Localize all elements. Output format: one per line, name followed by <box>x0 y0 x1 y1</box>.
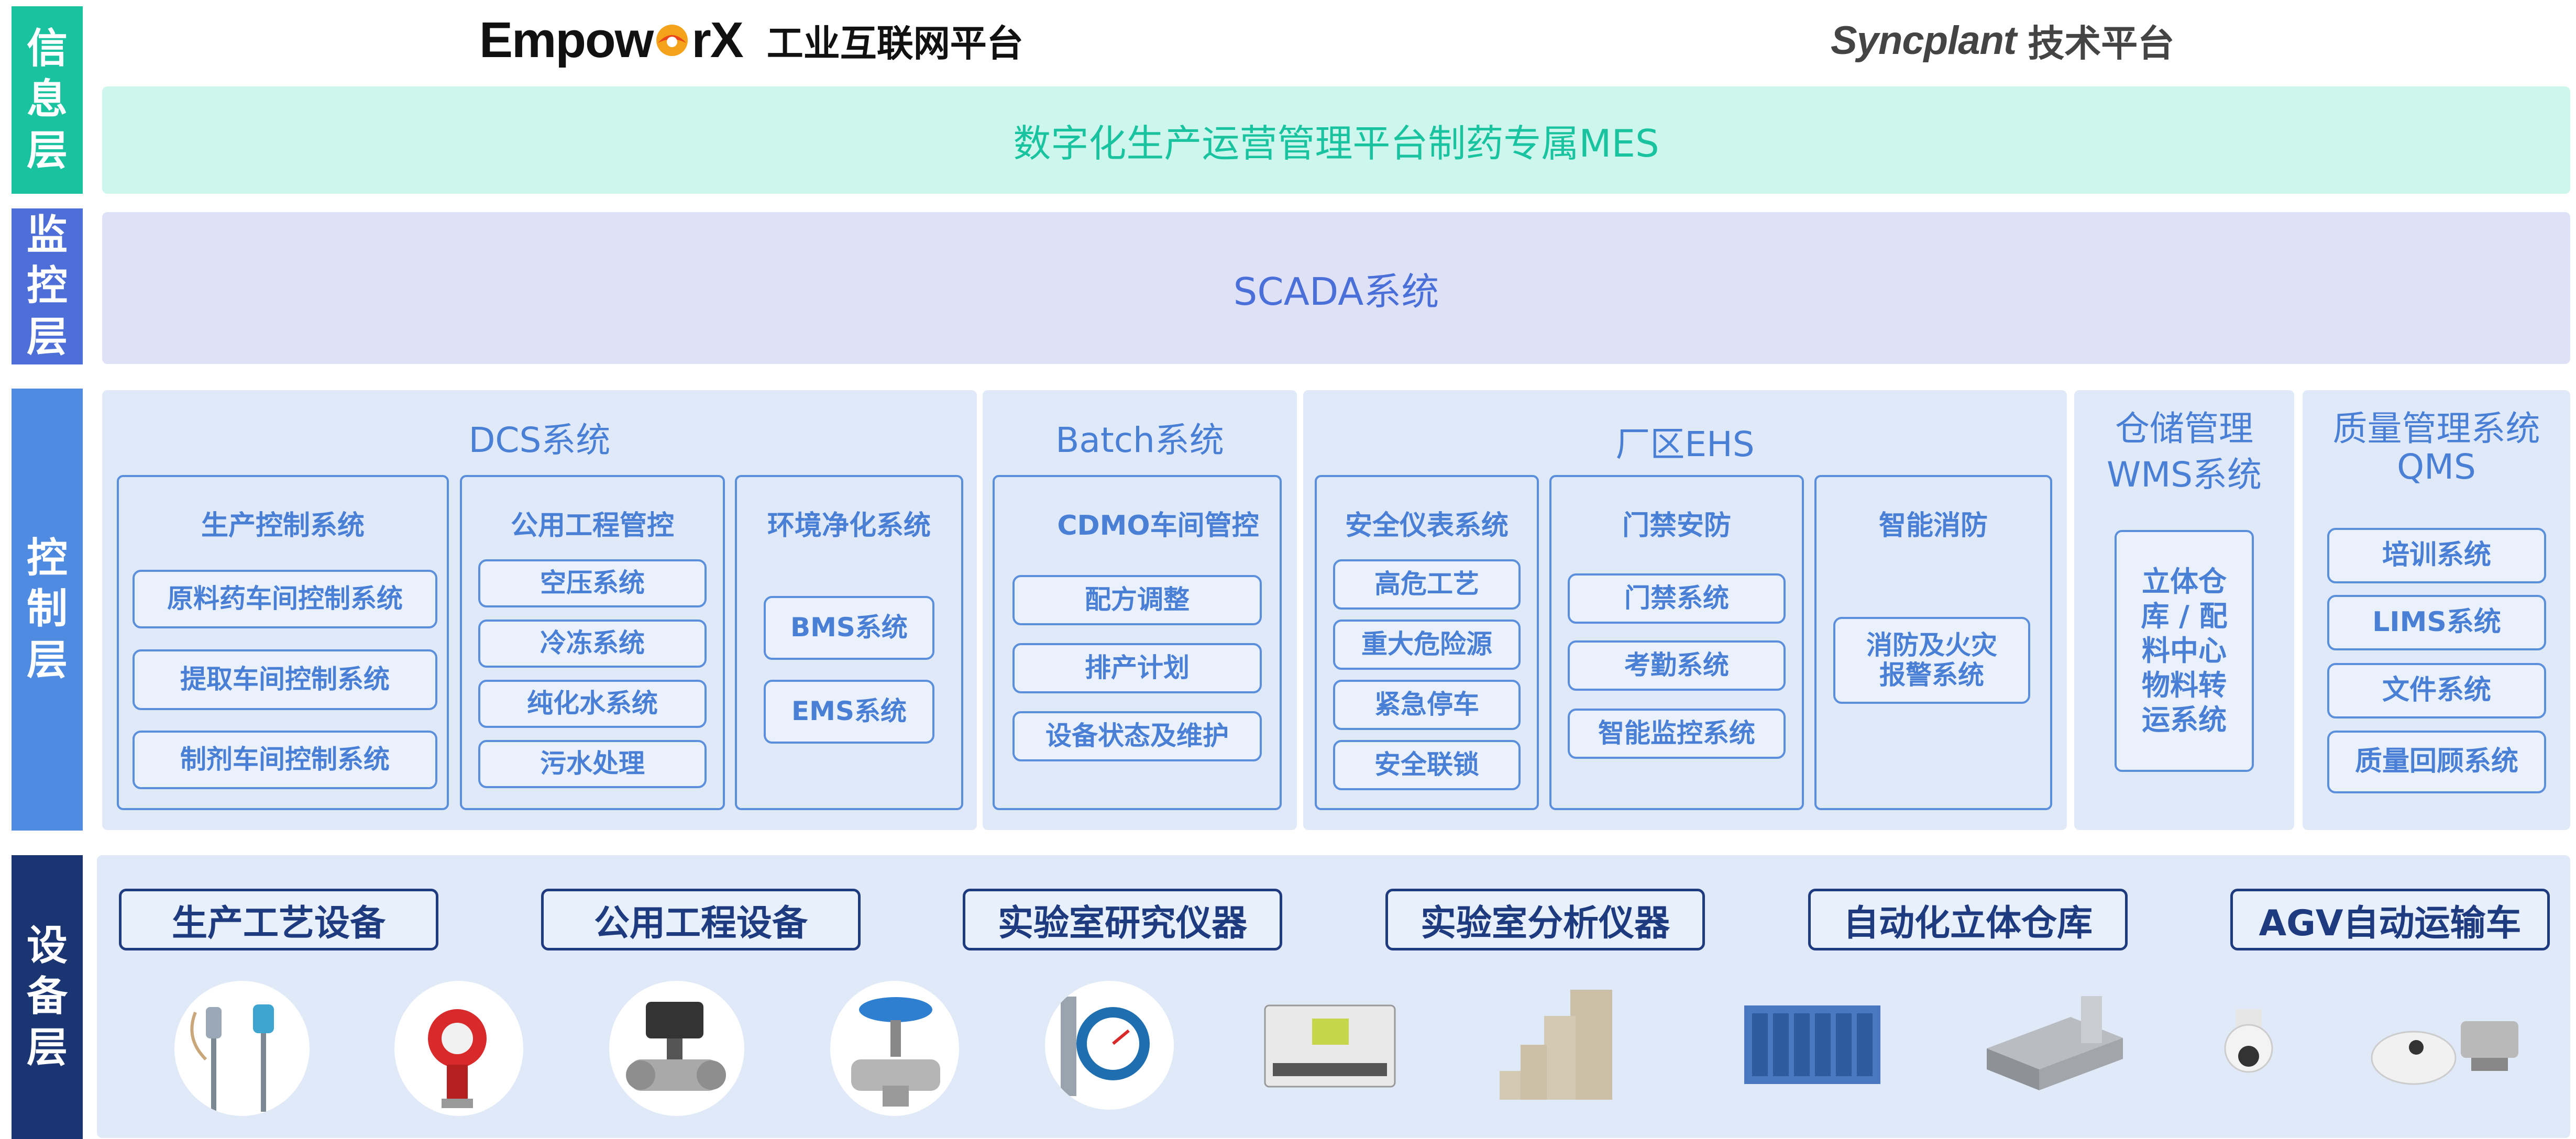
purified-water-item: 纯化水系统 <box>478 680 707 728</box>
control-layer-text: 控制层 <box>27 533 68 687</box>
api-workshop-control-item: 原料药车间控制系统 <box>133 570 437 628</box>
layer-char: 层 <box>26 636 68 684</box>
layer-char: 监 <box>26 211 68 259</box>
layer-char: 控 <box>26 534 68 582</box>
control-valve-image <box>830 981 959 1116</box>
access-control-item: 门禁系统 <box>1568 573 1786 624</box>
conveyor-module-image <box>1976 986 2133 1096</box>
environment-purification-title: 环境净化系统 <box>767 510 931 541</box>
wms-line-2: 库 / 配 <box>2141 600 2228 633</box>
quality-review-item: 质量回顾系统 <box>2327 731 2546 793</box>
device-layer-label: 设备层 <box>12 855 83 1139</box>
frequency-inverters-image <box>1492 987 1627 1107</box>
mes-title: 数字化生产运营管理平台制药专属MES <box>1013 121 1659 165</box>
layer-char: 层 <box>26 1024 68 1071</box>
ems-item: EMS系统 <box>764 680 934 744</box>
fire-alarm-item: 消防及火灾报警系统 <box>1833 617 2030 704</box>
empowerx-logo: Empow rX 工业互联网平台 <box>479 6 1023 74</box>
brand-subtitle: 工业互联网平台 <box>766 21 1023 65</box>
brand-suffix: rX <box>691 12 743 68</box>
extraction-workshop-control-item: 提取车间控制系统 <box>133 649 437 710</box>
scada-panel: SCADA系统 <box>102 212 2570 364</box>
monitor-layer-text: 监控层 <box>27 210 68 363</box>
layer-char: 制 <box>26 585 68 633</box>
air-compression-item: 空压系统 <box>478 559 707 607</box>
layer-char: 信 <box>26 25 68 72</box>
control-layer-label: 控制层 <box>12 389 83 831</box>
syncplant-logo: Syncplant 技术平台 <box>1831 6 2174 74</box>
smart-surveillance-item: 智能监控系统 <box>1568 709 1786 759</box>
layer-char: 层 <box>26 313 68 361</box>
recipe-adjust-item: 配方调整 <box>1012 575 1262 625</box>
document-item: 文件系统 <box>2327 663 2546 718</box>
flow-meter-image <box>1045 981 1174 1110</box>
attendance-item: 考勤系统 <box>1568 640 1786 691</box>
agv-equipment-image <box>2366 1000 2533 1089</box>
layer-char: 备 <box>26 973 68 1021</box>
brand-prefix: Empow <box>479 12 654 68</box>
pressure-transmitter-image <box>394 981 523 1116</box>
empowerx-brand: Empow rX <box>479 12 744 69</box>
wms-line-4: 物料转 <box>2142 668 2227 702</box>
bms-item: BMS系统 <box>764 596 934 660</box>
wms-line-1: 立体仓 <box>2142 565 2227 599</box>
safety-interlock-item: 安全联锁 <box>1333 740 1521 790</box>
temperature-sensor-image <box>174 981 310 1116</box>
device-layer-text: 设备层 <box>27 921 68 1074</box>
layer-char: 层 <box>26 127 68 174</box>
refrigeration-item: 冷冻系统 <box>478 620 707 668</box>
process-equipment-label: 生产工艺设备 <box>119 889 438 950</box>
utility-equipment-label: 公用工程设备 <box>541 889 861 950</box>
emergency-stop-item: 紧急停车 <box>1333 680 1521 730</box>
layer-char: 息 <box>26 76 68 124</box>
ehs-title: 厂区EHS <box>1615 424 1755 465</box>
wms-title-line1: 仓储管理 <box>2115 408 2253 449</box>
access-security-title: 门禁安防 <box>1622 510 1731 541</box>
syncplant-name: Syncplant <box>1831 18 2017 63</box>
production-schedule-item: 排产计划 <box>1012 643 1262 693</box>
lab-research-instrument-label: 实验室研究仪器 <box>963 889 1282 950</box>
wms-line-3: 料中心 <box>2142 634 2227 668</box>
batch-title: Batch系统 <box>1055 420 1224 460</box>
syncplant-subtitle: 技术平台 <box>2028 21 2175 65</box>
dcs-title: DCS系统 <box>468 420 611 460</box>
smart-fire-title: 智能消防 <box>1878 510 1988 541</box>
warehouse-transport-item: 立体仓 库 / 配 料中心 物料转 运系统 <box>2115 530 2254 772</box>
qms-title-line1: 质量管理系统 <box>2332 408 2540 449</box>
controller-panel-image <box>1262 1000 1397 1092</box>
monitor-layer-label: 监控层 <box>12 208 83 364</box>
layer-char: 控 <box>26 262 68 310</box>
dcs-io-rack-image <box>1742 1000 1883 1089</box>
safety-instrument-title: 安全仪表系统 <box>1345 510 1509 541</box>
formulation-workshop-control-item: 制剂车间控制系统 <box>133 731 437 789</box>
automated-warehouse-label: 自动化立体仓库 <box>1808 889 2128 950</box>
layer-char: 设 <box>26 922 68 969</box>
info-layer-label: 信息层 <box>12 6 83 194</box>
cdmo-title: CDMO车间管控 <box>1057 510 1259 541</box>
high-risk-process-item: 高危工艺 <box>1333 559 1521 610</box>
utility-control-title: 公用工程管控 <box>510 510 674 541</box>
wms-line-5: 运系统 <box>2142 703 2227 736</box>
equipment-status-item: 设备状态及维护 <box>1012 711 1262 761</box>
lab-analysis-instrument-label: 实验室分析仪器 <box>1385 889 1705 950</box>
major-hazard-item: 重大危险源 <box>1333 620 1521 670</box>
mes-panel: 数字化生产运营管理平台制药专属MES <box>102 86 2570 194</box>
lims-item: LIMS系统 <box>2327 595 2546 650</box>
wastewater-item: 污水处理 <box>478 740 707 788</box>
empowerx-flame-icon <box>656 25 688 56</box>
qms-title-line2: QMS <box>2397 447 2476 487</box>
production-control-title: 生产控制系统 <box>201 510 365 541</box>
training-item: 培训系统 <box>2327 528 2546 583</box>
agv-label: AGV自动运输车 <box>2230 889 2550 950</box>
info-layer-text: 信息层 <box>27 24 68 177</box>
scada-title: SCADA系统 <box>1233 269 1439 314</box>
actuated-valve-image <box>609 981 744 1116</box>
wms-title-line2: WMS系统 <box>2106 455 2262 495</box>
dome-camera-image <box>2217 1007 2280 1088</box>
